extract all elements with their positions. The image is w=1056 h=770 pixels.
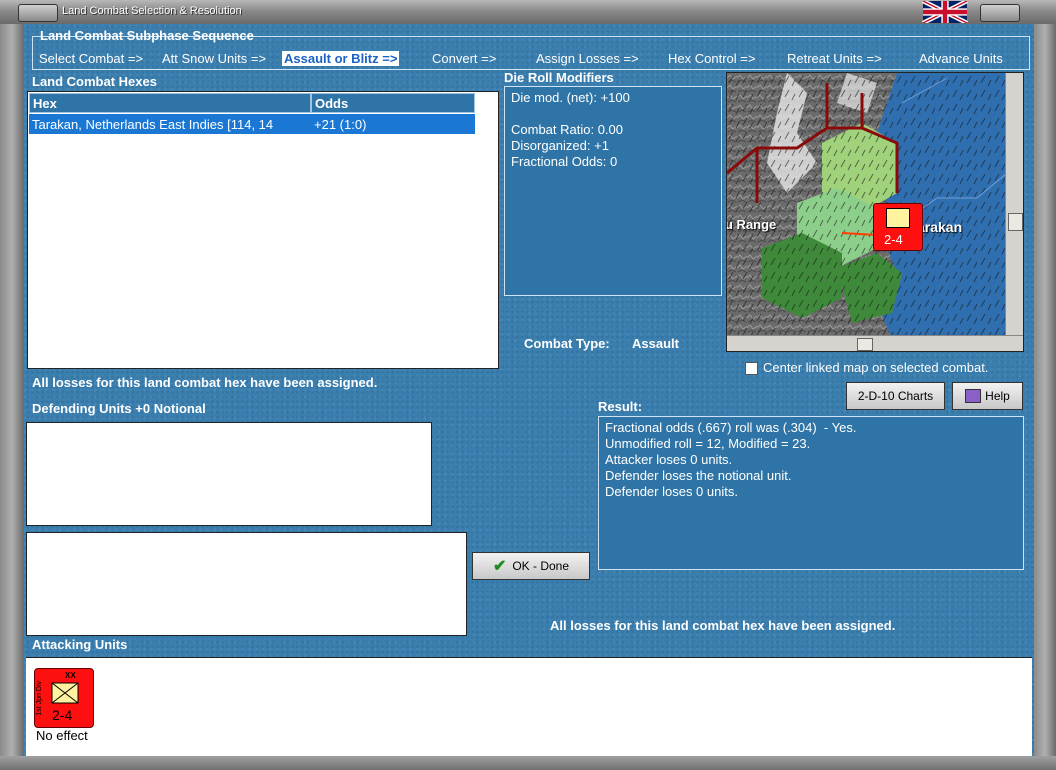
result-line: Attacker loses 0 units. [605, 452, 733, 467]
step-select-combat[interactable]: Select Combat => [39, 51, 143, 66]
defending-heading: Defending Units +0 Notional [32, 401, 206, 416]
ok-button-label: OK - Done [512, 559, 570, 573]
close-window-button[interactable] [980, 4, 1020, 22]
result-heading: Result: [598, 399, 643, 414]
combat-type-label: Combat Type: [524, 336, 610, 351]
step-retreat-units[interactable]: Retreat Units => [787, 51, 882, 66]
window-title: Land Combat Selection & Resolution [62, 5, 242, 17]
combat-type-value: Assault [632, 336, 679, 351]
defending-units-box[interactable] [26, 422, 432, 526]
odds-cell: +21 (1:0) [314, 117, 367, 132]
unit-size-label: XX [65, 671, 76, 680]
result-line: Unmodified roll = 12, Modified = 23. [605, 436, 811, 451]
hexes-status: All losses for this land combat hex have… [32, 375, 378, 390]
step-att-snow-units[interactable]: Att Snow Units => [162, 51, 266, 66]
map-hscroll-thumb[interactable] [857, 338, 873, 351]
step-hex-control[interactable]: Hex Control => [668, 51, 755, 66]
map-vscroll-thumb[interactable] [1008, 213, 1023, 231]
map-unit-strength: 2-4 [884, 232, 903, 247]
map-horizontal-scrollbar[interactable] [727, 335, 1023, 351]
modifier-line: Combat Ratio: 0.00 [511, 122, 624, 137]
attack-unit-counter[interactable]: XX 1st Jpn Div 2-4 [34, 668, 94, 728]
linked-map[interactable]: u Range arakan 2-4 [726, 72, 1024, 352]
step-advance-units[interactable]: Advance Units [919, 51, 1003, 66]
attacking-heading: Attacking Units [32, 637, 128, 652]
left-frame [0, 24, 24, 756]
column-header-hex[interactable]: Hex [29, 93, 311, 113]
help-button[interactable]: Help [952, 382, 1023, 410]
title-bar[interactable]: Land Combat Selection & Resolution [0, 0, 1056, 25]
attack-unit-strength: 2-4 [52, 707, 73, 723]
right-frame [1034, 24, 1056, 756]
center-map-checkbox-label[interactable]: Center linked map on selected combat. [763, 360, 988, 375]
step-assault-or-blitz[interactable]: Assault or Blitz => [282, 51, 400, 66]
result-line: Defender loses 0 units. [605, 484, 738, 499]
infantry-symbol-icon [51, 682, 79, 704]
hex-cell: Tarakan, Netherlands East Indies [114, 1… [32, 117, 274, 132]
map-unit-symbol-icon [886, 208, 910, 228]
uk-flag-icon [922, 1, 968, 23]
check-icon: ✔ [492, 558, 507, 575]
map-unit-counter[interactable]: 2-4 [873, 203, 923, 251]
result-line: Defender loses the notional unit. [605, 468, 792, 483]
center-map-checkbox[interactable] [745, 362, 758, 375]
map-vertical-scrollbar[interactable] [1005, 73, 1023, 335]
modifier-line: Die mod. (net): +100 [511, 90, 630, 105]
map-label-range: u Range [726, 217, 777, 232]
attacking-units-panel[interactable]: XX 1st Jpn Div 2-4 No effect [26, 657, 1032, 756]
step-convert[interactable]: Convert => [432, 51, 496, 66]
subphase-heading: Land Combat Subphase Sequence [40, 28, 254, 43]
map-label-tarakan: arakan [917, 219, 963, 235]
hexes-grid-header: Hex Odds [29, 93, 475, 113]
charts-button[interactable]: 2-D-10 Charts [846, 382, 945, 410]
ok-done-button[interactable]: ✔ OK - Done [472, 552, 590, 580]
result-line: Fractional odds (.667) roll was (.304) -… [605, 420, 857, 435]
help-book-icon [965, 389, 982, 403]
modifiers-box: Die mod. (net): +100 Combat Ratio: 0.00 … [504, 86, 722, 296]
help-button-label: Help [985, 389, 1010, 403]
system-menu-button[interactable] [18, 4, 58, 22]
table-row[interactable]: Tarakan, Netherlands East Indies [114, 1… [29, 114, 475, 134]
modifier-line: Fractional Odds: 0 [511, 154, 618, 169]
column-header-odds[interactable]: Odds [311, 93, 475, 113]
result-status: All losses for this land combat hex have… [550, 618, 896, 633]
defending-losses-box[interactable] [26, 532, 467, 636]
unit-side-label: 1st Jpn Div [36, 681, 43, 716]
step-assign-losses[interactable]: Assign Losses => [536, 51, 639, 66]
modifier-line: Disorganized: +1 [511, 138, 609, 153]
result-box: Fractional odds (.667) roll was (.304) -… [598, 416, 1024, 570]
bottom-frame [0, 756, 1056, 770]
hexes-heading: Land Combat Hexes [32, 74, 157, 89]
attack-unit-effect: No effect [36, 728, 88, 743]
modifiers-heading: Die Roll Modifiers [504, 70, 614, 85]
